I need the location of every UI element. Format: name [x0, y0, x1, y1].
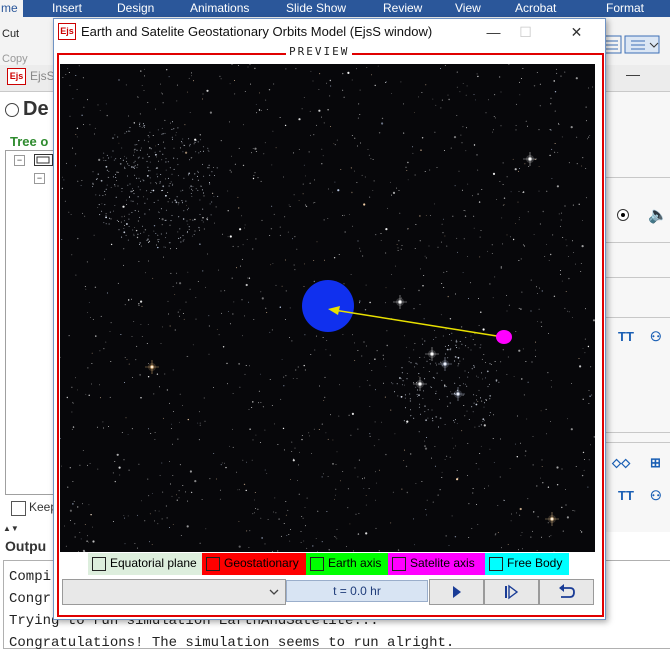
free-body-toggle[interactable]: Free Body	[485, 553, 569, 575]
drawable-icon[interactable]: ⚇	[650, 329, 662, 345]
ejs-editor-title: EjsS	[30, 69, 55, 83]
simulation-canvas[interactable]	[60, 64, 595, 552]
reset-icon	[559, 584, 575, 598]
list-format-icons[interactable]	[603, 34, 670, 56]
ribbon-tab-format[interactable]: Format	[606, 0, 644, 17]
drawable-icon[interactable]: TT	[618, 488, 634, 503]
tree-label: Tree o	[10, 134, 49, 149]
play-icon	[453, 586, 461, 598]
cut-command[interactable]: Cut	[2, 28, 19, 40]
keep-checkbox[interactable]	[11, 501, 26, 516]
option-radio[interactable]	[617, 209, 629, 221]
legend-label: Equatorial plane	[110, 556, 197, 570]
geostationary-toggle[interactable]: Geostationary	[202, 553, 306, 575]
window-title: Earth and Satelite Geostationary Orbits …	[81, 24, 433, 39]
speaker-icon[interactable]: 🔈	[648, 205, 668, 225]
tree-collapse-icon[interactable]: −	[34, 173, 45, 184]
description-label: De	[23, 98, 49, 120]
checkbox[interactable]	[310, 557, 324, 571]
view-select[interactable]	[62, 579, 286, 605]
ribbon-tabs: me Insert Design Animations Slide Show R…	[0, 0, 670, 17]
tree-panel[interactable]: − −	[5, 150, 57, 495]
ejs-editor-logo: Ejs	[7, 68, 26, 85]
output-line: Compi	[9, 569, 52, 585]
ejs-logo: Ejs	[58, 23, 76, 40]
window-titlebar[interactable]: Ejs Earth and Satelite Geostationary Orb…	[54, 19, 605, 45]
ribbon-tab-view[interactable]: View	[455, 0, 481, 17]
preview-label: PREVIEW	[286, 45, 353, 58]
ribbon-tab-insert[interactable]: Insert	[52, 0, 82, 17]
description-radio[interactable]	[5, 103, 19, 117]
legend-label: Earth axis	[328, 556, 382, 570]
ribbon-tab-review[interactable]: Review	[383, 0, 422, 17]
step-forward-button[interactable]	[484, 579, 539, 605]
output-label: Outpu	[5, 538, 47, 554]
tree-collapse-icon[interactable]: −	[14, 155, 25, 166]
checkbox[interactable]	[489, 557, 503, 571]
time-display: t = 0.0 hr	[286, 580, 428, 602]
ribbon-tab-design[interactable]: Design	[117, 0, 154, 17]
legend-label: Satelite axis	[410, 556, 475, 570]
drawable-icon[interactable]: ⚇	[650, 488, 662, 504]
reset-button[interactable]	[539, 579, 594, 605]
output-line: Congratulations! The simulation seems to…	[9, 635, 455, 651]
equatorial-plane-toggle[interactable]: Equatorial plane	[88, 553, 202, 575]
position-vector	[333, 309, 504, 338]
ribbon-tab-home[interactable]: me	[0, 0, 23, 17]
tree-node-icon[interactable]	[34, 154, 54, 167]
simulation-window[interactable]: Ejs Earth and Satelite Geostationary Orb…	[53, 18, 606, 620]
drawable-icon[interactable]: ⊞	[650, 455, 661, 471]
close-button[interactable]: ✕	[554, 20, 599, 44]
checkbox[interactable]	[392, 557, 406, 571]
output-line: Congr	[9, 591, 52, 607]
checkbox[interactable]	[206, 557, 220, 571]
ejs-editor-minimize-button[interactable]: —	[626, 66, 640, 82]
scene-layer	[302, 280, 512, 344]
ribbon-tab-slideshow[interactable]: Slide Show	[286, 0, 346, 17]
earth-sphere[interactable]	[302, 280, 354, 332]
satellite[interactable]	[496, 330, 512, 344]
satelite-axis-toggle[interactable]: Satelite axis	[388, 553, 485, 575]
earth-axis-toggle[interactable]: Earth axis	[306, 553, 388, 575]
checkbox[interactable]	[92, 557, 106, 571]
drawable-icon[interactable]: TT	[618, 329, 634, 344]
ribbon-tab-animations[interactable]: Animations	[190, 0, 249, 17]
chevron-down-icon[interactable]	[268, 586, 280, 598]
drawable-icon[interactable]: ⬦⬦	[612, 455, 630, 471]
play-button[interactable]	[429, 579, 484, 605]
control-bar: t = 0.0 hr	[60, 577, 595, 605]
ribbon-tab-acrobat[interactable]: Acrobat	[515, 0, 556, 17]
maximize-button[interactable]: ☐	[503, 20, 548, 44]
legend-label: Geostationary	[224, 556, 299, 570]
step-forward-icon	[505, 584, 519, 600]
copy-command[interactable]: Copy	[2, 53, 28, 65]
splitter-arrows-icon[interactable]: ▲▼	[3, 524, 19, 533]
legend-label: Free Body	[507, 556, 563, 570]
